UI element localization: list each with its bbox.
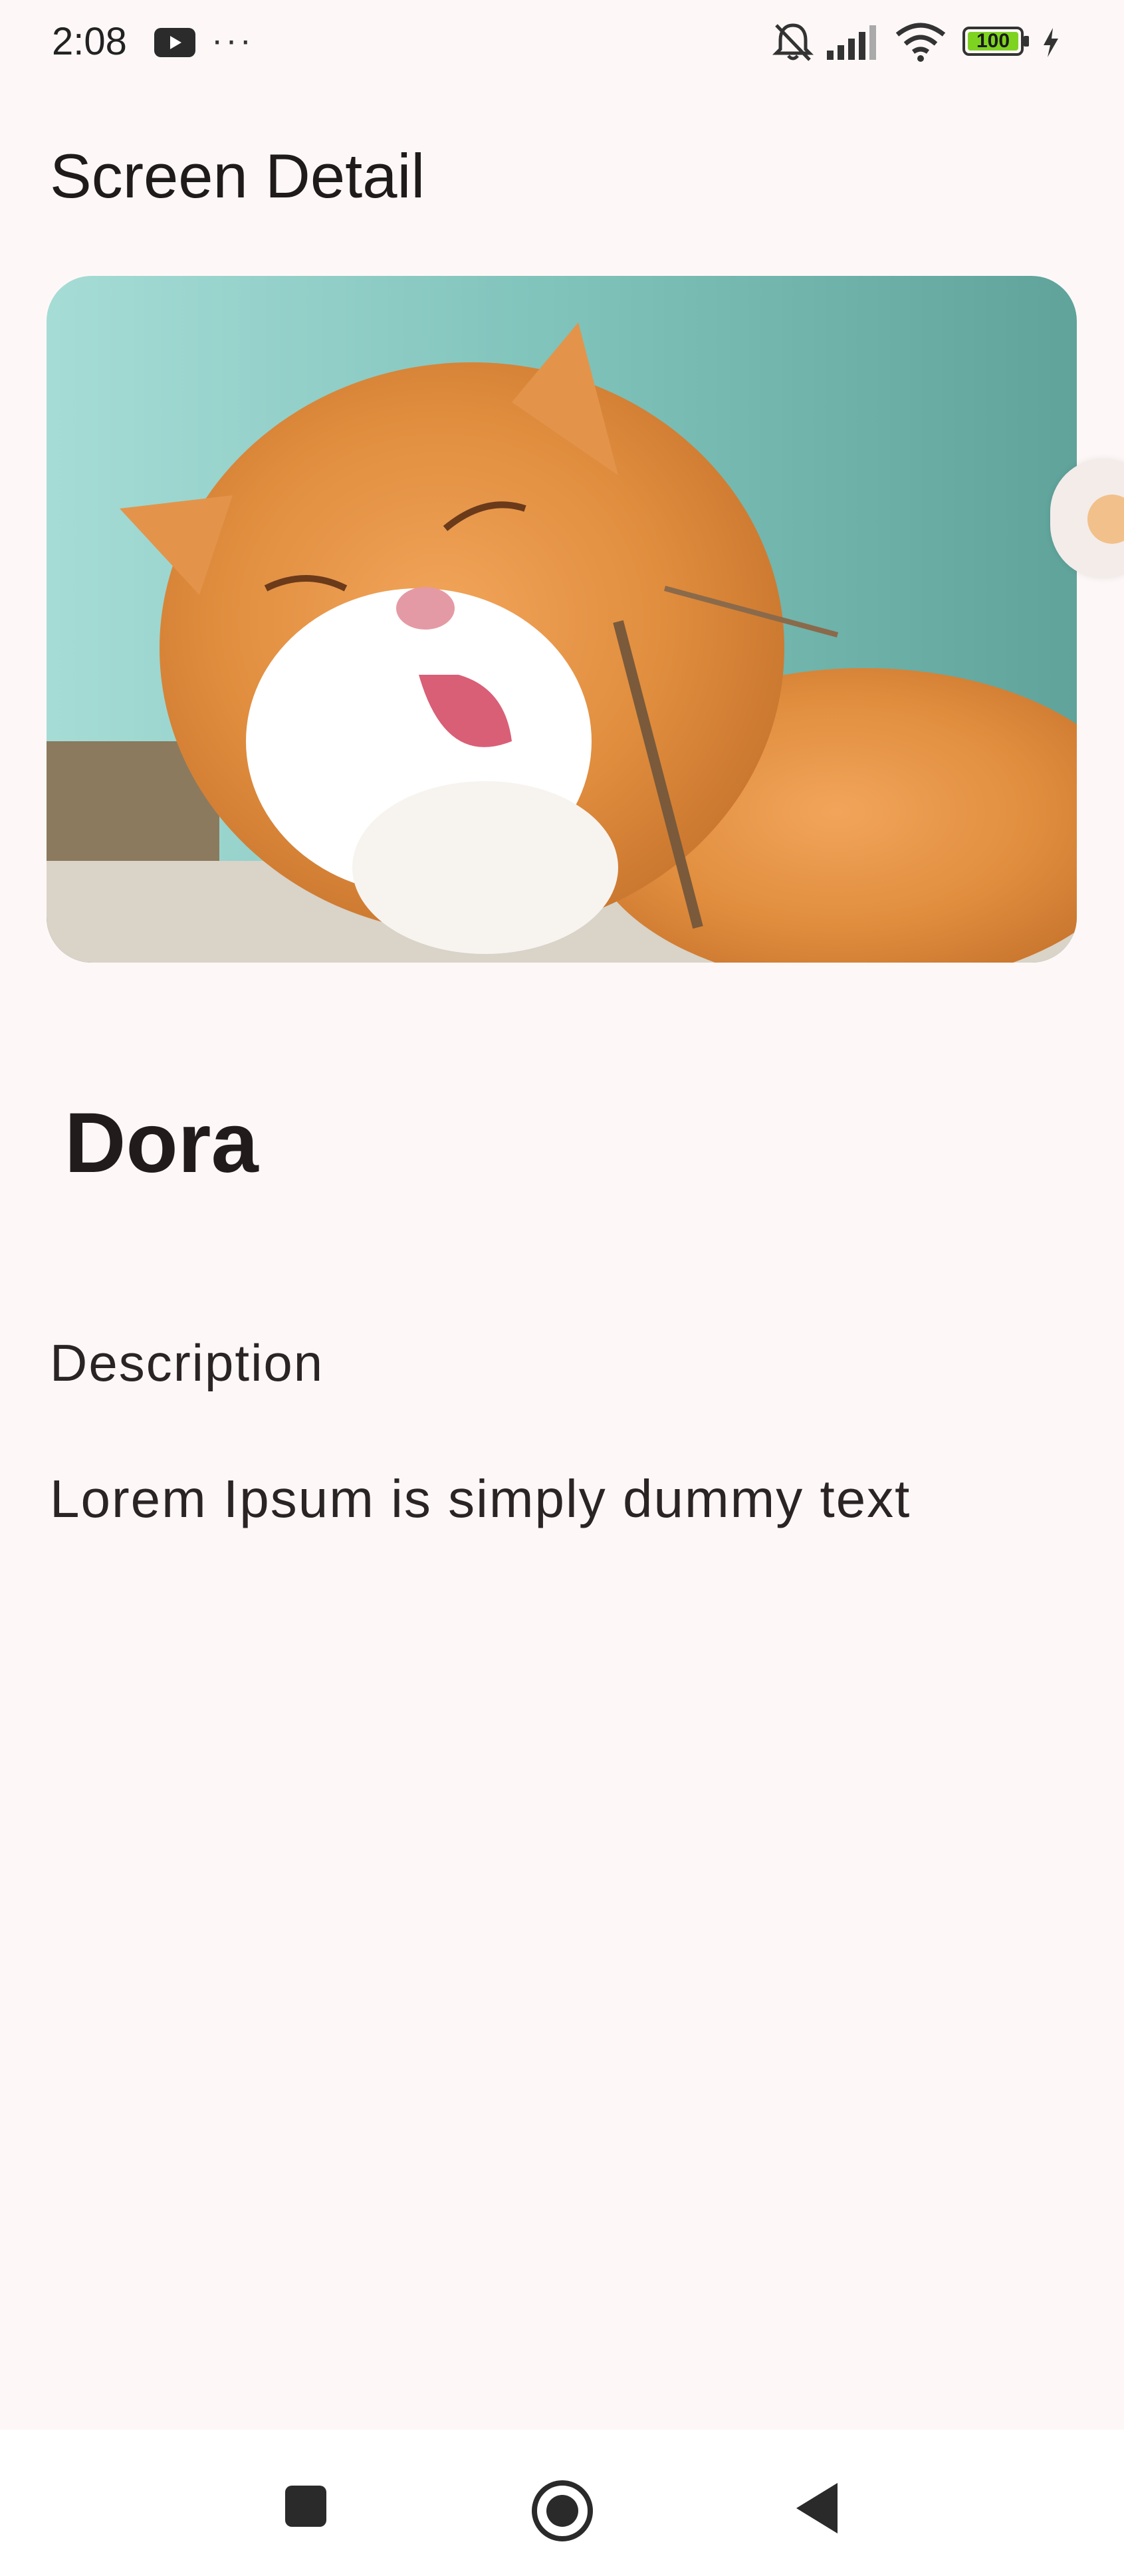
charging-bolt-icon (1044, 28, 1058, 57)
page-title: Screen Detail (50, 141, 425, 211)
description-label: Description (50, 1334, 324, 1392)
wifi-icon (895, 23, 946, 62)
bell-muted-icon (772, 23, 814, 61)
signal-icon (827, 25, 876, 60)
description-text: Lorem Ipsum is simply dummy text (50, 1469, 911, 1528)
system-nav-bar (0, 2430, 1124, 2576)
overflow-dots-icon: ··· (211, 21, 254, 60)
cat-name: Dora (64, 1096, 259, 1191)
battery-icon: 100 (962, 25, 1032, 57)
back-triangle-icon[interactable] (794, 2480, 840, 2536)
battery-level: 100 (976, 30, 1010, 52)
cat-photo (47, 276, 1077, 963)
home-circle-icon[interactable] (530, 2479, 594, 2543)
recents-square-icon[interactable] (282, 2483, 329, 2529)
status-bar: 2:08 ··· 100 (0, 0, 1124, 83)
status-time: 2:08 (52, 20, 127, 63)
youtube-icon (154, 28, 195, 57)
